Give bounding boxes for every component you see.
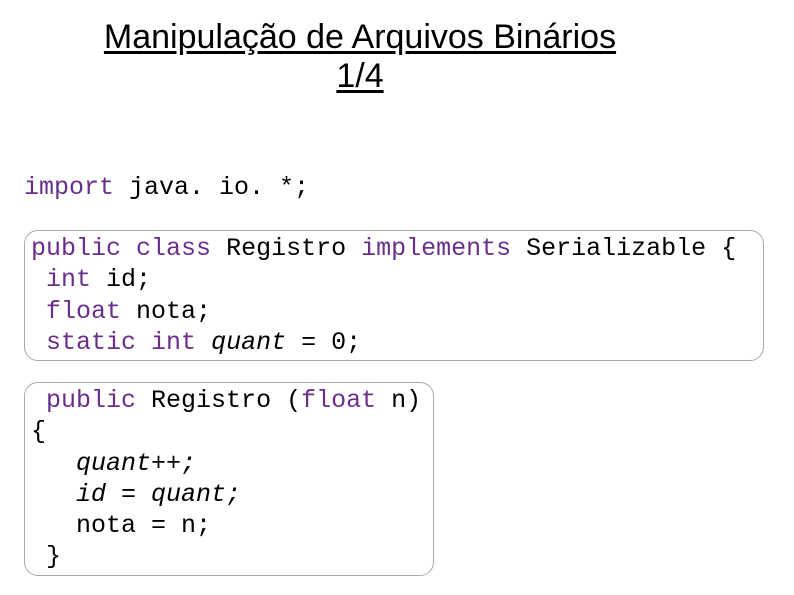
keyword-float-2: float <box>301 386 376 415</box>
stmt-nota-assign: nota = n; <box>31 510 427 541</box>
code-import-line: import java. io. *; <box>24 172 309 203</box>
stmt-id-assign: id = quant; <box>31 479 427 510</box>
slide-title: Manipulação de Arquivos Binários 1/4 <box>90 18 630 96</box>
keyword-static: static <box>46 328 136 357</box>
stmt-nota-assign-text: nota = n; <box>76 511 211 540</box>
interface-name: Serializable <box>526 234 706 263</box>
code-box-2: public Registro (float n) { quant++; id … <box>24 382 434 576</box>
field-nota-text: nota; <box>121 297 211 326</box>
keyword-class: class <box>136 234 211 263</box>
class-signature: public class Registro implements Seriali… <box>31 233 757 264</box>
brace-close-text: } <box>46 542 61 571</box>
quant-init: = 0; <box>286 328 361 357</box>
keyword-import: import <box>24 173 114 202</box>
field-id-text: id; <box>91 265 151 294</box>
code-block-class-decl: public class Registro implements Seriali… <box>24 230 764 361</box>
keyword-implements: implements <box>361 234 511 263</box>
import-package: java. io. *; <box>114 173 309 202</box>
code-box-1: public class Registro implements Seriali… <box>24 230 764 361</box>
constructor-name: Registro <box>151 386 271 415</box>
stmt-quant-inc-text: quant++; <box>76 449 196 478</box>
stmt-id-assign-text: id = quant; <box>76 480 241 509</box>
class-name: Registro <box>226 234 346 263</box>
paren-open: ( <box>286 386 301 415</box>
var-quant: quant <box>211 328 286 357</box>
brace-close: } <box>31 541 427 572</box>
code-block-constructor: public Registro (float n) { quant++; id … <box>24 382 434 576</box>
keyword-float: float <box>46 297 121 326</box>
field-nota: float nota; <box>31 296 757 327</box>
keyword-public-2: public <box>46 386 136 415</box>
keyword-public: public <box>31 234 121 263</box>
keyword-int-2: int <box>151 328 196 357</box>
brace-open: { <box>721 234 736 263</box>
field-quant: static int quant = 0; <box>31 327 757 358</box>
field-id: int id; <box>31 264 757 295</box>
stmt-quant-inc: quant++; <box>31 448 427 479</box>
constructor-signature: public Registro (float n) { <box>31 385 427 448</box>
keyword-int: int <box>46 265 91 294</box>
